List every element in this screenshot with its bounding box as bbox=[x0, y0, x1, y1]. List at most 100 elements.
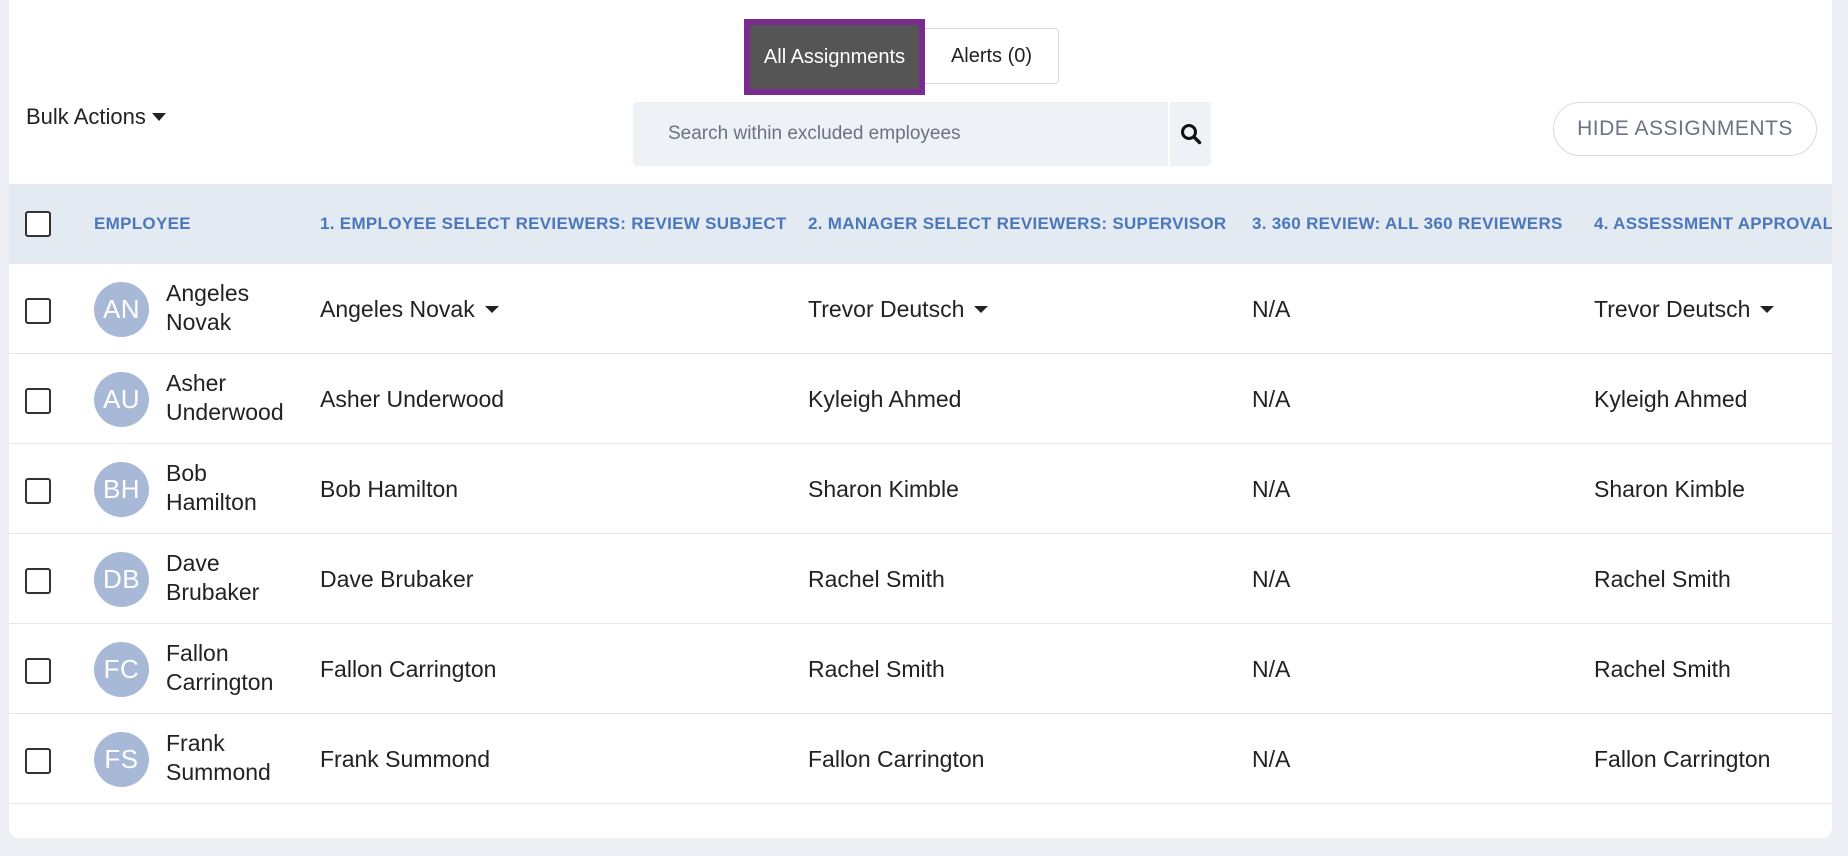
hide-assignments-button[interactable]: HIDE ASSIGNMENTS bbox=[1553, 102, 1817, 156]
search-icon bbox=[1180, 124, 1201, 145]
row-checkbox[interactable] bbox=[25, 568, 51, 594]
all-360-reviewers-cell: N/A bbox=[1252, 714, 1290, 804]
all-360-reviewers-cell: N/A bbox=[1252, 444, 1290, 534]
row-checkbox[interactable] bbox=[25, 298, 51, 324]
employee-first-name: Frank bbox=[166, 730, 225, 756]
row-checkbox[interactable] bbox=[25, 478, 51, 504]
supervisor-cell: Fallon Carrington bbox=[808, 714, 984, 804]
all-360-reviewers-cell: N/A bbox=[1252, 354, 1290, 444]
employee-name: Frank Summond bbox=[166, 729, 306, 787]
employee-first-name: Bob bbox=[166, 460, 207, 486]
employee-name: Asher Underwood bbox=[166, 369, 306, 427]
cell-text: N/A bbox=[1252, 295, 1291, 322]
cell-text: Frank Summond bbox=[320, 745, 491, 772]
cell-text: Rachel Smith bbox=[808, 655, 945, 682]
table-row: BH Bob Hamilton Bob Hamilton Sharon Kimble N/… bbox=[9, 444, 1832, 534]
row-checkbox[interactable] bbox=[25, 748, 51, 774]
cell-text: Fallon Carrington bbox=[1594, 745, 1771, 772]
review-subject-cell: Fallon Carrington bbox=[320, 624, 496, 714]
all-360-reviewers-cell: N/A bbox=[1252, 624, 1290, 714]
search-input[interactable] bbox=[633, 102, 1168, 166]
employee-last-name: Hamilton bbox=[166, 489, 257, 515]
cell-text: N/A bbox=[1252, 385, 1291, 412]
employee-last-name: Novak bbox=[166, 309, 232, 335]
row-checkbox[interactable] bbox=[25, 658, 51, 684]
tab-all-assignments[interactable]: All Assignments bbox=[750, 25, 919, 89]
cell-text: N/A bbox=[1252, 745, 1291, 772]
review-subject-cell: Bob Hamilton bbox=[320, 444, 458, 534]
supervisor-cell: Rachel Smith bbox=[808, 534, 945, 624]
avatar: FC bbox=[94, 642, 149, 697]
all-360-reviewers-cell: N/A bbox=[1252, 534, 1290, 624]
employee-first-name: Angeles bbox=[166, 280, 250, 306]
supervisor-cell: Sharon Kimble bbox=[808, 444, 959, 534]
avatar: AU bbox=[94, 372, 149, 427]
assessment-approval-dropdown[interactable]: Trevor Deutsch bbox=[1594, 264, 1775, 354]
column-header-employee[interactable]: EMPLOYEE bbox=[94, 184, 191, 264]
caret-down-icon bbox=[1760, 305, 1775, 313]
employee-first-name: Fallon bbox=[166, 640, 229, 666]
column-header-360-review[interactable]: 3. 360 REVIEW: ALL 360 REVIEWERS bbox=[1252, 184, 1563, 264]
cell-text: Sharon Kimble bbox=[808, 475, 959, 502]
employee-name: Bob Hamilton bbox=[166, 459, 306, 517]
search-button[interactable] bbox=[1170, 102, 1211, 166]
employee-last-name: Carrington bbox=[166, 669, 274, 695]
caret-down-icon bbox=[484, 305, 499, 313]
column-header-employee-select-reviewers[interactable]: 1. EMPLOYEE SELECT REVIEWERS: REVIEW SUB… bbox=[320, 184, 787, 264]
select-all-checkbox[interactable] bbox=[25, 211, 51, 237]
review-subject-cell: Dave Brubaker bbox=[320, 534, 473, 624]
caret-down-icon bbox=[151, 113, 166, 121]
table-row: FC Fallon Carrington Fallon Carrington Rache… bbox=[9, 624, 1832, 714]
assessment-approval-cell: Kyleigh Ahmed bbox=[1594, 354, 1747, 444]
employee-name: Dave Brubaker bbox=[166, 549, 306, 607]
avatar: BH bbox=[94, 462, 149, 517]
cell-text: N/A bbox=[1252, 475, 1291, 502]
caret-down-icon bbox=[974, 305, 989, 313]
review-subject-cell: Asher Underwood bbox=[320, 354, 504, 444]
employee-last-name: Brubaker bbox=[166, 579, 260, 605]
cell-text: Dave Brubaker bbox=[320, 565, 474, 592]
avatar: AN bbox=[94, 282, 149, 337]
tab-alerts[interactable]: Alerts (0) bbox=[925, 28, 1059, 84]
cell-text: Rachel Smith bbox=[1594, 655, 1731, 682]
assessment-approval-cell: Sharon Kimble bbox=[1594, 444, 1745, 534]
table-row: DB Dave Brubaker Dave Brubaker Rachel Smith N… bbox=[9, 534, 1832, 624]
cell-text: Rachel Smith bbox=[1594, 565, 1731, 592]
cell-text: Bob Hamilton bbox=[320, 475, 459, 502]
bulk-actions-dropdown[interactable]: Bulk Actions bbox=[26, 104, 166, 130]
column-header-manager-select-reviewers[interactable]: 2. MANAGER SELECT REVIEWERS: SUPERVISOR bbox=[808, 184, 1227, 264]
bulk-actions-label: Bulk Actions bbox=[26, 104, 146, 129]
cell-text: Rachel Smith bbox=[808, 565, 945, 592]
cell-text: Asher Underwood bbox=[320, 385, 505, 412]
column-header-assessment-approval[interactable]: 4. ASSESSMENT APPROVAL bbox=[1594, 184, 1832, 264]
all-360-reviewers-cell: N/A bbox=[1252, 264, 1290, 354]
cell-text: N/A bbox=[1252, 565, 1291, 592]
cell-text: Fallon Carrington bbox=[808, 745, 985, 772]
employee-first-name: Asher bbox=[166, 370, 227, 396]
supervisor-cell: Kyleigh Ahmed bbox=[808, 354, 961, 444]
employee-first-name: Dave bbox=[166, 550, 220, 576]
assignments-panel: All Assignments Alerts (0) Bulk Actions … bbox=[9, 0, 1832, 838]
assessment-approval-cell: Rachel Smith bbox=[1594, 534, 1731, 624]
cell-text: Kyleigh Ahmed bbox=[808, 385, 962, 412]
table-header: EMPLOYEE 1. EMPLOYEE SELECT REVIEWERS: R… bbox=[9, 184, 1832, 264]
cell-text: Trevor Deutsch bbox=[808, 295, 965, 322]
cell-text: Fallon Carrington bbox=[320, 655, 497, 682]
tab-all-assignments-focus-ring: All Assignments bbox=[744, 19, 925, 95]
view-tabs: All Assignments Alerts (0) bbox=[744, 19, 1059, 95]
table-row: FS Frank Summond Frank Summond Fallon Carrin… bbox=[9, 714, 1832, 804]
table-row: AU Asher Underwood Asher Underwood Kyleigh A… bbox=[9, 354, 1832, 444]
row-checkbox[interactable] bbox=[25, 388, 51, 414]
review-subject-dropdown[interactable]: Angeles Novak bbox=[320, 264, 499, 354]
supervisor-dropdown[interactable]: Trevor Deutsch bbox=[808, 264, 989, 354]
employee-name: Fallon Carrington bbox=[166, 639, 306, 697]
supervisor-cell: Rachel Smith bbox=[808, 624, 945, 714]
cell-text: Angeles Novak bbox=[320, 295, 475, 322]
avatar: FS bbox=[94, 732, 149, 787]
employee-last-name: Underwood bbox=[166, 399, 284, 425]
avatar: DB bbox=[94, 552, 149, 607]
search-bar bbox=[633, 102, 1211, 166]
cell-text: Trevor Deutsch bbox=[1594, 295, 1751, 322]
review-subject-cell: Frank Summond bbox=[320, 714, 490, 804]
assessment-approval-cell: Rachel Smith bbox=[1594, 624, 1731, 714]
